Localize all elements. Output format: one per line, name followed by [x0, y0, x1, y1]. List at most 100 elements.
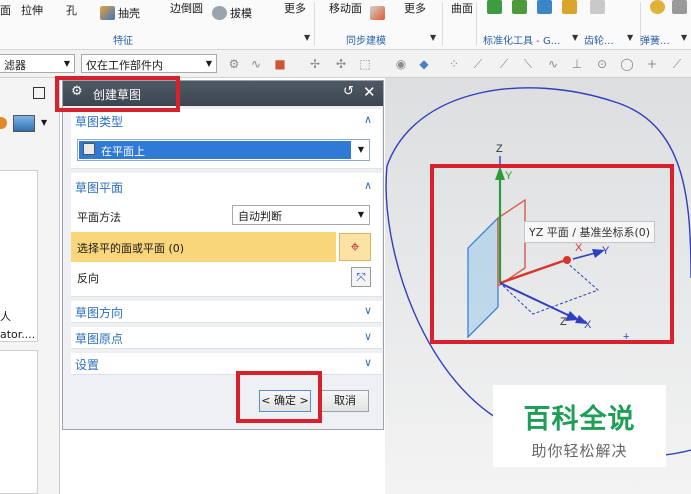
select-plane-row[interactable]: 选择平的面或平面 (0) [71, 232, 336, 262]
section-header[interactable]: 草图类型 [75, 113, 123, 130]
chevron-down-icon[interactable]: ▼ [41, 118, 47, 127]
navigator-text: 人 [0, 310, 11, 323]
ribbon-surface-button[interactable]: 曲面 [451, 0, 473, 16]
reverse-direction-icon[interactable]: ⤧ [351, 267, 371, 287]
watermark-title: 百科全说 [523, 404, 636, 435]
tool-icon[interactable] [487, 0, 502, 14]
tool-icon[interactable] [512, 0, 527, 14]
section-header: 设置 [75, 358, 100, 372]
draft-icon [212, 6, 227, 20]
chevron-down-icon[interactable]: ▼ [681, 33, 687, 42]
reverse-label: 反向 [77, 272, 99, 285]
cancel-button[interactable]: 取消 [321, 390, 369, 412]
move-face-icon [370, 6, 385, 20]
crosshair-icon[interactable]: ⌖ [339, 233, 371, 261]
snap-icon[interactable]: ∿ [248, 57, 264, 71]
point-snap-icon[interactable]: + [644, 57, 660, 71]
endpoint-snap-icon[interactable]: ⟋ [470, 57, 486, 72]
sketch-origin-section[interactable]: 草图原点 ∨ [71, 327, 382, 349]
section-header[interactable]: 草图平面 [75, 179, 123, 196]
spring-icon[interactable] [650, 0, 665, 14]
quadrant-snap-icon[interactable]: ◯ [619, 57, 635, 71]
section-header: 草图原点 [75, 332, 124, 346]
plane-icon [83, 143, 95, 155]
ribbon-divider [442, 2, 443, 46]
ribbon-face-button[interactable]: 面 [0, 2, 11, 18]
chevron-down-icon: ∨ [363, 356, 372, 369]
watermark-logo: 百科全说 助你轻松解决 [493, 385, 666, 467]
chevron-down-icon[interactable]: ▼ [572, 33, 578, 42]
filter-icon[interactable]: ■ [272, 57, 288, 71]
box-select-icon[interactable]: ⬚ [357, 57, 373, 71]
chevron-down-icon: ▼ [357, 145, 364, 154]
snap-icon[interactable]: ✢ [307, 57, 323, 71]
snap-icon[interactable]: ∿ [545, 57, 561, 71]
highlight-frame [430, 164, 674, 344]
snap-icon[interactable]: ◆ [416, 57, 432, 71]
chevron-down-icon: ∨ [363, 330, 372, 343]
ribbon-more-button-1[interactable]: 更多 [284, 0, 306, 16]
selection-scope-combo[interactable]: 仅在工作部件内 ▼ [81, 54, 217, 73]
chevron-down-icon: ▼ [205, 59, 212, 68]
maximize-icon[interactable] [33, 87, 45, 99]
ribbon-divider [476, 2, 477, 46]
snap-icon[interactable]: ✣ [333, 57, 349, 71]
ribbon: 面 拉伸 孔 抽壳 边倒圆 拔模 更多 移动面 更多 曲面 特征 ▼ 同步建模 … [0, 0, 691, 50]
close-icon[interactable]: ✕ [363, 83, 376, 101]
axis-label-z: Z [496, 143, 503, 155]
ribbon-shell-button[interactable]: 抽壳 [100, 5, 140, 21]
plane-method-select[interactable]: 自动判断 ▼ [232, 205, 370, 225]
plane-method-label: 平面方法 [77, 211, 121, 224]
sketch-plane-section: 草图平面 ∧ 平面方法 自动判断 ▼ 选择平的面或平面 (0) ⌖ 反向 ⤧ [71, 173, 382, 297]
select-plane-label: 选择平的面或平面 (0) [77, 242, 185, 255]
sketch-type-section: 草图类型 ∧ 在平面上 ▼ [71, 109, 382, 169]
chevron-up-icon[interactable]: ∧ [364, 179, 372, 192]
chevron-down-icon: ∨ [363, 304, 372, 317]
settings-section[interactable]: 设置 ∨ [71, 353, 382, 375]
chevron-down-icon[interactable]: ▼ [430, 33, 436, 42]
snap-icon[interactable]: ⚙ [226, 57, 242, 71]
section-header: 草图方向 [75, 306, 124, 320]
snap-icon[interactable]: ◉ [393, 57, 409, 71]
display-icon[interactable] [13, 115, 35, 132]
navigator-text: ator.... [0, 328, 36, 341]
midpoint-snap-icon[interactable]: ⟋ [496, 57, 512, 72]
ribbon-hole-button[interactable]: 孔 [66, 2, 77, 18]
intersection-snap-icon[interactable]: ⊥ [569, 57, 585, 71]
type-filter-combo[interactable]: 滤器 ▼ [0, 54, 75, 73]
shell-icon [100, 6, 115, 20]
tool-icon[interactable] [562, 0, 577, 14]
navigator-icon[interactable] [0, 117, 7, 129]
tool-icon[interactable] [590, 0, 605, 14]
group-label-standard[interactable]: 标准化工具 - G... [483, 32, 560, 47]
ribbon-edge-blend-button[interactable]: 边倒圆 [170, 0, 203, 16]
group-label-feature: 特征 [113, 36, 133, 47]
chevron-down-icon: ▼ [63, 59, 70, 68]
group-label-gear[interactable]: 齿轮... [584, 32, 614, 47]
chevron-up-icon[interactable]: ∧ [364, 113, 372, 126]
ribbon-divider [314, 2, 315, 46]
highlight-frame [55, 76, 180, 112]
sketch-orientation-section[interactable]: 草图方向 ∨ [71, 301, 382, 323]
reset-icon[interactable]: ↺ [343, 84, 354, 99]
navigator-detail [0, 350, 38, 494]
center-snap-icon[interactable]: ⊙ [594, 57, 610, 71]
chevron-down-icon[interactable]: ▼ [627, 33, 633, 42]
sketch-type-select[interactable]: 在平面上 ▼ [77, 139, 370, 161]
group-label-spring[interactable]: 弹簧... [640, 32, 670, 47]
ribbon-move-face-button[interactable]: 移动面 [329, 0, 362, 16]
ribbon-more-button-2[interactable]: 更多 [404, 0, 426, 16]
tool-icon[interactable] [672, 0, 687, 14]
chevron-down-icon[interactable]: ▼ [304, 33, 310, 42]
create-sketch-dialog: ⚙ 创建草图 ↺ ✕ 草图类型 ∧ 在平面上 ▼ 草图平面 ∧ 平面方法 自动判… [62, 80, 384, 430]
snap-icon[interactable]: ⁘ [446, 57, 462, 71]
sketch-type-value: 在平面上 [101, 145, 145, 158]
ribbon-extrude-button[interactable]: 拉伸 [21, 2, 43, 18]
ribbon-draft-button[interactable]: 拔模 [212, 5, 252, 21]
snap-icon[interactable]: ⟋ [669, 57, 685, 72]
snap-icon[interactable]: ⟍ [520, 57, 536, 72]
part-navigator-panel: ▼ 人 ator.... [0, 78, 60, 494]
tool-icon[interactable] [537, 0, 552, 14]
watermark-subtitle: 助你轻松解决 [531, 442, 628, 460]
highlight-frame [236, 371, 322, 423]
